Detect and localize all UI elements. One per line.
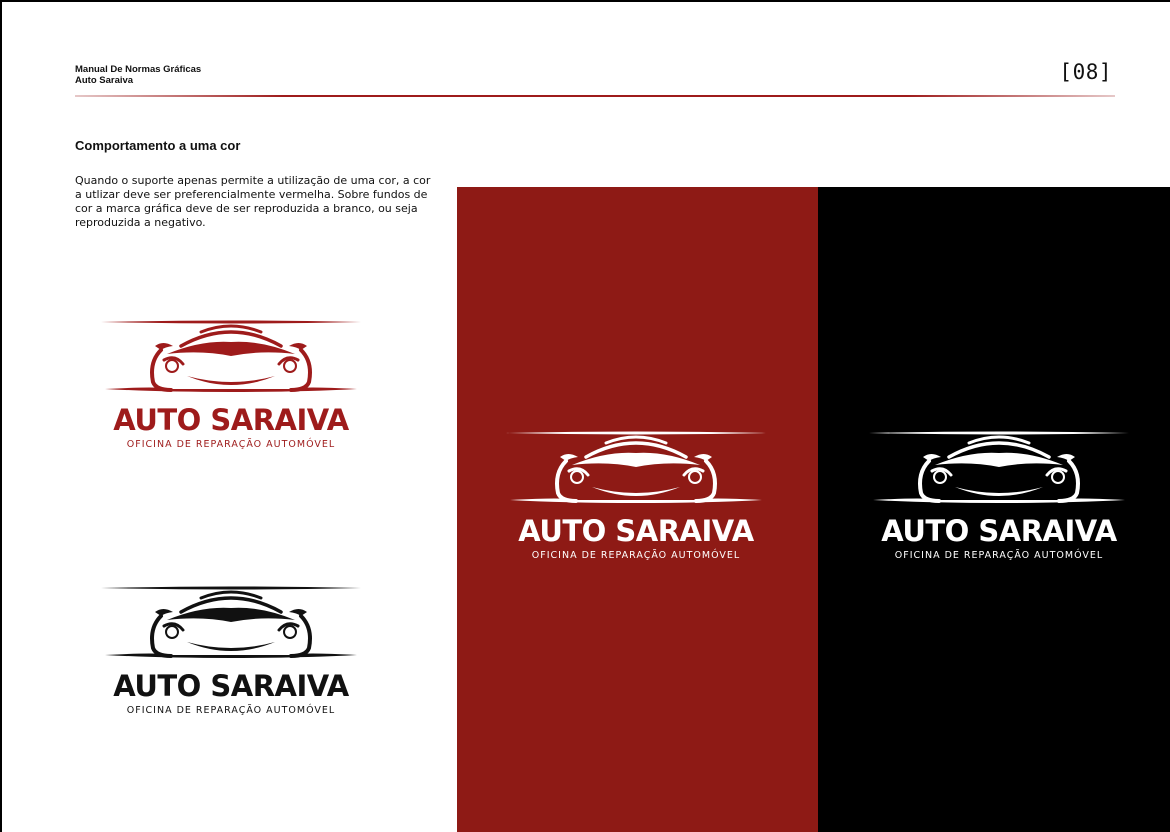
logo-red-variant: AUTO SARAIVA OFICINA DE REPARAÇÃO AUTOMÓ…: [101, 320, 361, 480]
logo-name: AUTO SARAIVA: [113, 403, 349, 437]
logo-tagline: OFICINA DE REPARAÇÃO AUTOMÓVEL: [531, 550, 741, 561]
sports-car-front-icon: [873, 435, 1125, 503]
document-title: Manual De Normas Gráficas Auto Saraiva: [75, 64, 201, 86]
logo-tagline: OFICINA DE REPARAÇÃO AUTOMÓVEL: [126, 705, 336, 716]
document-title-line2: Auto Saraiva: [75, 75, 134, 86]
header-rule: [75, 95, 1115, 97]
logo-underline: [506, 431, 766, 435]
logo-underline: [869, 431, 1129, 435]
logo-underline: [101, 586, 361, 590]
logo-tagline: OFICINA DE REPARAÇÃO AUTOMÓVEL: [894, 550, 1104, 561]
logo-black-variant: AUTO SARAIVA OFICINA DE REPARAÇÃO AUTOMÓ…: [101, 586, 361, 746]
sports-car-front-icon: [105, 324, 357, 392]
logo-name: AUTO SARAIVA: [113, 669, 349, 703]
logo-tagline: OFICINA DE REPARAÇÃO AUTOMÓVEL: [126, 439, 336, 450]
section-body-text: Quando o suporte apenas permite a utiliz…: [75, 174, 431, 229]
sports-car-front-icon: [105, 590, 357, 658]
document-title-line1: Manual De Normas Gráficas: [75, 64, 202, 75]
logo-name: AUTO SARAIVA: [881, 514, 1117, 548]
logo-white-on-black-variant: AUTO SARAIVA OFICINA DE REPARAÇÃO AUTOMÓ…: [869, 431, 1129, 591]
sports-car-front-icon: [510, 435, 762, 503]
logo-white-on-red-variant: AUTO SARAIVA OFICINA DE REPARAÇÃO AUTOMÓ…: [506, 431, 766, 591]
section-heading: Comportamento a uma cor: [75, 138, 241, 153]
logo-name: AUTO SARAIVA: [518, 514, 754, 548]
logo-underline: [101, 320, 361, 324]
page-number: [08]: [1059, 60, 1112, 84]
